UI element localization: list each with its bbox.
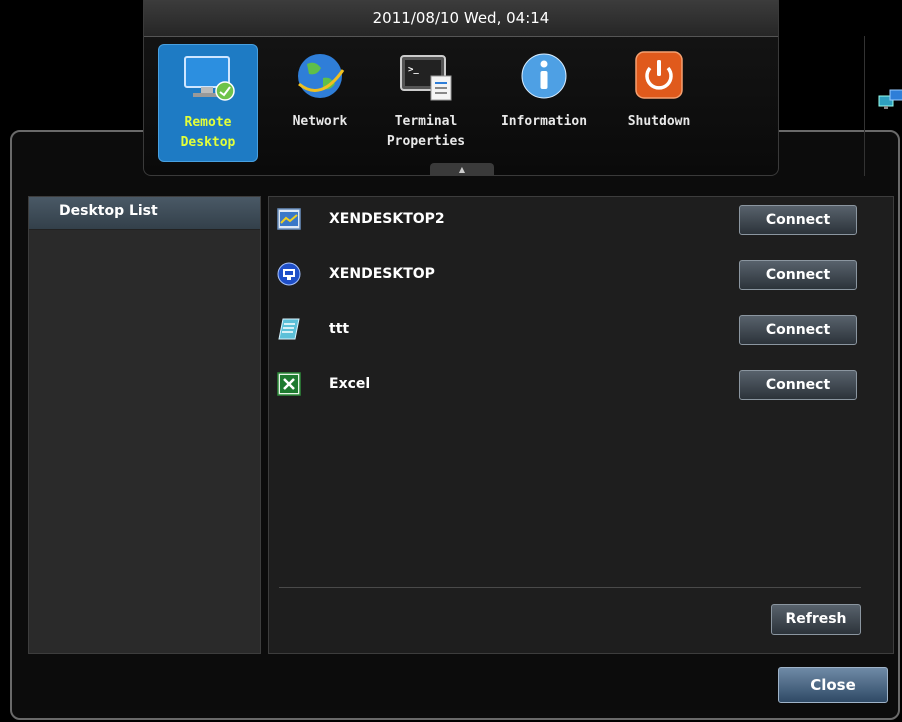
- tool-label: Remote Desktop: [180, 115, 236, 150]
- power-icon: [635, 51, 683, 99]
- desktop-name: Excel: [329, 376, 371, 392]
- tool-remote-desktop[interactable]: Remote Desktop: [158, 44, 258, 162]
- excel-icon: [277, 372, 301, 396]
- svg-text:>_: >_: [408, 65, 419, 75]
- list-item: ttt Connect: [269, 309, 893, 349]
- toolbar-divider: [864, 36, 865, 176]
- network-computers-icon[interactable]: [878, 88, 902, 112]
- globe-icon: [298, 54, 345, 98]
- info-icon: [521, 53, 567, 99]
- tool-label: Network: [292, 114, 348, 129]
- remote-desktop-icon: [184, 56, 235, 101]
- datetime-display: 2011/08/10 Wed, 04:14: [144, 0, 778, 37]
- tool-network[interactable]: Network: [276, 44, 364, 160]
- xen-desktop-icon: [277, 262, 301, 286]
- top-toolbar: 2011/08/10 Wed, 04:14 Remote Desktop Net…: [143, 0, 902, 176]
- desktop-chart-icon: [277, 208, 301, 230]
- list-item: Excel Connect: [269, 364, 893, 404]
- connect-button[interactable]: Connect: [739, 260, 857, 290]
- terminal-icon: >_: [400, 55, 452, 101]
- desktop-name: XENDESKTOP2: [329, 211, 445, 227]
- desktop-list-title: Desktop List: [29, 197, 260, 230]
- collapse-toolbar-tab[interactable]: ▲: [430, 163, 494, 176]
- tool-label: Information: [500, 114, 588, 129]
- close-button[interactable]: Close: [778, 667, 888, 703]
- tool-shutdown[interactable]: Shutdown: [610, 44, 708, 160]
- notepad-icon: [278, 318, 300, 340]
- refresh-button[interactable]: Refresh: [771, 604, 861, 635]
- list-item: XENDESKTOP2 Connect: [269, 199, 893, 239]
- desktop-list-panel: Desktop List: [28, 196, 261, 654]
- list-item: XENDESKTOP Connect: [269, 254, 893, 294]
- connect-button[interactable]: Connect: [739, 315, 857, 345]
- tool-label: Shutdown: [627, 114, 691, 129]
- tool-terminal-properties[interactable]: >_ Terminal Properties: [376, 44, 476, 160]
- panel-separator: [279, 587, 861, 588]
- desktop-name: ttt: [329, 321, 350, 337]
- connect-button[interactable]: Connect: [739, 205, 857, 235]
- desktop-name: XENDESKTOP: [329, 266, 435, 282]
- tool-information[interactable]: Information: [492, 44, 596, 160]
- desktop-entries-panel: XENDESKTOP2 Connect XENDESKTOP Connect t…: [268, 196, 894, 654]
- connect-button[interactable]: Connect: [739, 370, 857, 400]
- tool-label: Terminal Properties: [386, 114, 466, 149]
